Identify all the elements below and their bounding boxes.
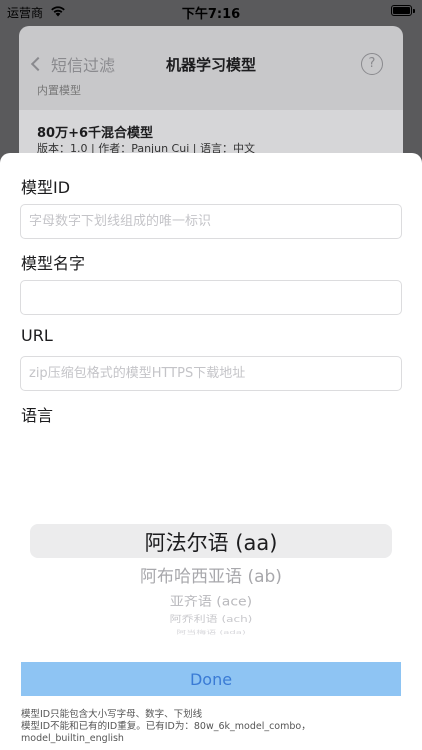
section-header: 内置模型: [37, 84, 81, 97]
hint-line: model_builtin_english: [21, 733, 124, 744]
background-nav-bar: 短信过滤 机器学习模型 ?: [19, 26, 403, 82]
model-name-label: 模型名字: [21, 254, 86, 273]
model-name: 80万+6千混合模型: [37, 126, 154, 141]
picker-option[interactable]: 阿乔利语 (ach): [30, 612, 392, 625]
url-input[interactable]: [20, 356, 402, 391]
url-label: URL: [21, 326, 53, 345]
picker-option[interactable]: 阿当梅语 (ada): [30, 628, 392, 636]
hint-text: 模型ID只能包含大小写字母、数字、下划线 模型ID不能和已有的ID重复。已有ID…: [21, 709, 411, 745]
add-model-sheet: 模型ID 模型名字 URL 语言 阿法尔语 (aa) 阿布哈西亚语 (ab) 亚…: [0, 153, 422, 750]
picker-option-selected[interactable]: 阿法尔语 (aa): [30, 527, 392, 557]
hint-line: 模型ID只能包含大小写字母、数字、下划线: [21, 709, 203, 720]
page-title: 机器学习模型: [165, 56, 256, 74]
model-id-input[interactable]: [20, 204, 402, 239]
model-id-label: 模型ID: [21, 178, 71, 197]
battery-nub: [413, 9, 415, 13]
hint-line: 模型ID不能和已有的ID重复。已有ID为：80w_6k_model_combo，: [21, 721, 311, 732]
picker-option[interactable]: 阿布哈西亚语 (ab): [30, 562, 392, 587]
picker-option[interactable]: 亚齐语 (ace): [30, 592, 392, 610]
status-bar: 运营商 下午7:16: [0, 0, 422, 22]
question-circle-icon[interactable]: ?: [361, 53, 383, 75]
status-time: 下午7:16: [181, 7, 241, 22]
done-button[interactable]: Done: [21, 662, 401, 696]
language-picker[interactable]: 阿法尔语 (aa) 阿布哈西亚语 (ab) 亚齐语 (ace) 阿乔利语 (ac…: [30, 524, 392, 636]
model-name-input[interactable]: [20, 280, 402, 315]
battery-icon: [391, 5, 412, 16]
language-label: 语言: [21, 406, 54, 425]
